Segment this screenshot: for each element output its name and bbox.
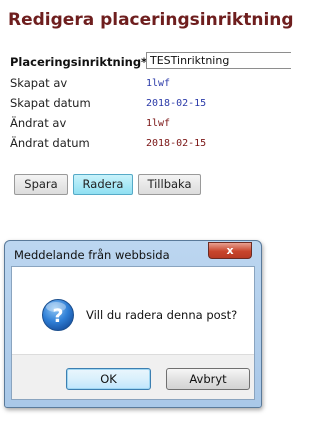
svg-text:?: ? xyxy=(52,305,63,327)
close-icon[interactable]: x xyxy=(208,242,252,259)
created-by-label: Skapat av xyxy=(10,76,68,90)
confirm-dialog: Meddelande från webbsida x ? Vill du rad… xyxy=(4,240,262,408)
changed-by-label: Ändrat av xyxy=(10,116,67,130)
dialog-message: Vill du radera denna post? xyxy=(86,308,238,322)
name-label: Placeringsinriktning* xyxy=(10,55,148,69)
question-icon: ? xyxy=(42,299,74,331)
changed-date-value: 2018-02-15 xyxy=(146,138,207,149)
dialog-title: Meddelande från webbsida xyxy=(14,248,170,262)
created-date-value: 2018-02-15 xyxy=(146,98,207,109)
page-title: Redigera placeringsinriktning xyxy=(8,10,294,30)
save-button[interactable]: Spara xyxy=(14,174,68,195)
created-by-value: 1lwf xyxy=(146,78,171,89)
delete-button[interactable]: Radera xyxy=(73,174,133,195)
created-date-label: Skapat datum xyxy=(10,96,91,110)
dialog-body: ? Vill du radera denna post? OK Avbryt xyxy=(11,266,255,400)
ok-button[interactable]: OK xyxy=(66,368,151,390)
name-input[interactable] xyxy=(146,52,291,69)
cancel-button[interactable]: Avbryt xyxy=(166,368,250,390)
changed-by-value: 1lwf xyxy=(146,118,171,129)
changed-date-label: Ändrat datum xyxy=(10,136,90,150)
back-button[interactable]: Tillbaka xyxy=(138,174,201,195)
